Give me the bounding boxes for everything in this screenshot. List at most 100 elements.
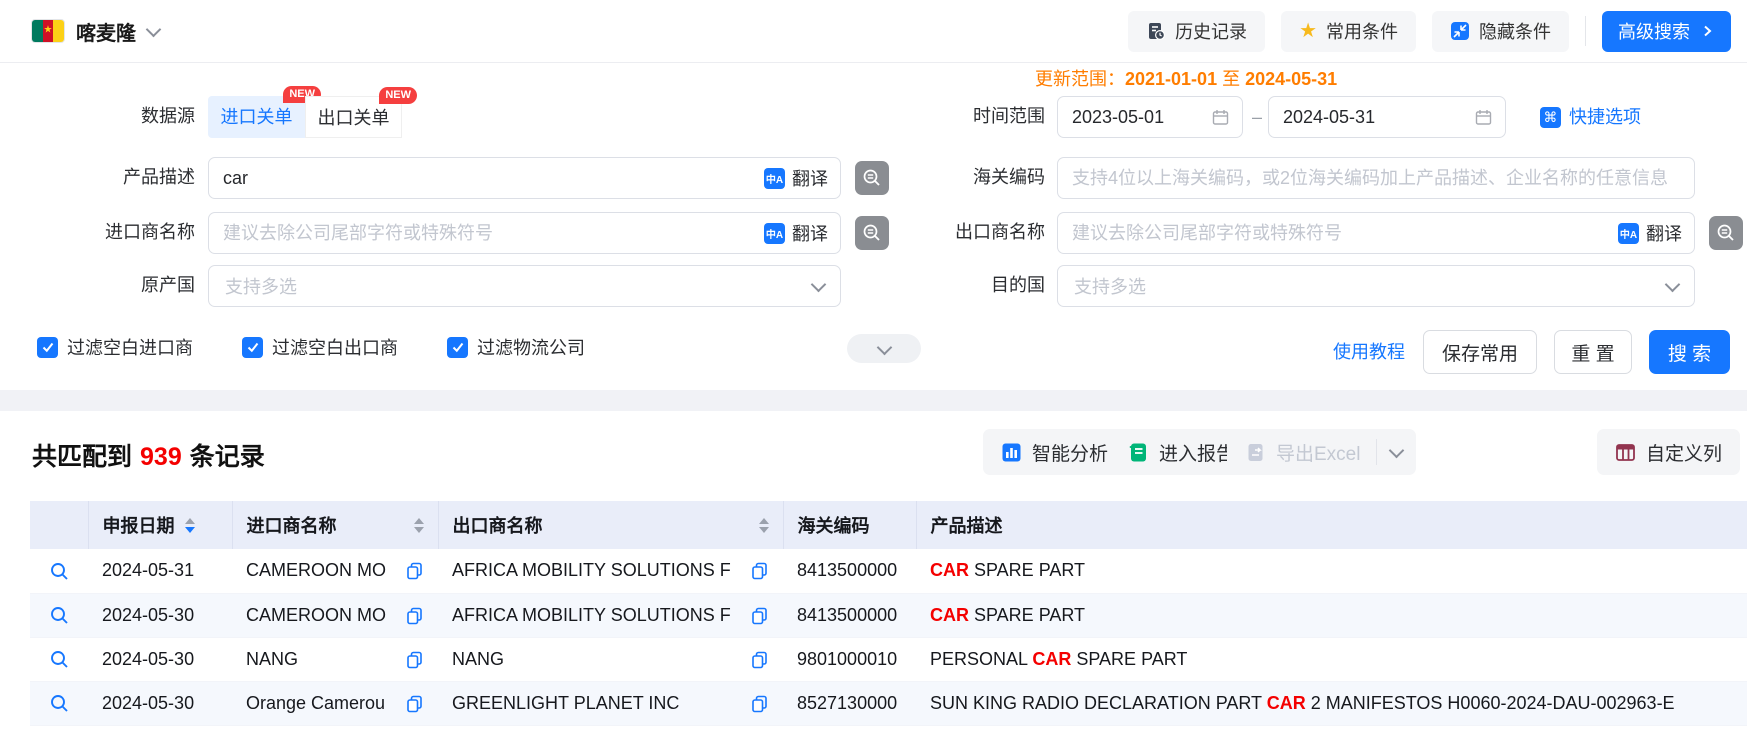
header-declaration-date[interactable]: 申报日期 bbox=[88, 501, 232, 549]
exact-search-toggle[interactable] bbox=[1709, 216, 1743, 250]
section-divider bbox=[0, 390, 1747, 411]
copy-icon[interactable] bbox=[405, 694, 424, 713]
sort-control[interactable] bbox=[759, 518, 769, 533]
cell-declaration-date: 2024-05-30 bbox=[88, 681, 232, 725]
filter-logistics-company[interactable]: 过滤物流公司 bbox=[447, 334, 585, 360]
row-search-glyph bbox=[49, 649, 70, 670]
cell-hs-code: 8527130000 bbox=[783, 681, 916, 725]
reset-button[interactable]: 重 置 bbox=[1554, 330, 1632, 374]
row-search-glyph bbox=[49, 561, 70, 582]
export-excel-button: 导出Excel bbox=[1227, 439, 1376, 466]
sort-control[interactable] bbox=[185, 518, 195, 533]
copy-icon[interactable] bbox=[750, 650, 769, 669]
cell-declaration-date: 2024-05-31 bbox=[88, 549, 232, 593]
results-table: 申报日期 进口商名称 出口商名称 bbox=[30, 501, 1747, 726]
chevron-down-icon bbox=[1665, 276, 1681, 292]
cell-description: PERSONAL CAR SPARE PART bbox=[916, 637, 1747, 681]
filter-blank-importer[interactable]: 过滤空白进口商 bbox=[37, 334, 193, 360]
divider bbox=[1585, 16, 1586, 46]
hs-code-inputbox bbox=[1057, 157, 1695, 199]
table-row: 2024-05-30CAMEROON MOAFRICA MOBILITY SOL… bbox=[30, 593, 1747, 637]
checkbox-checked-icon bbox=[37, 337, 58, 358]
copy-glyph bbox=[405, 561, 424, 580]
collapse-form-button[interactable] bbox=[847, 334, 921, 363]
collapse-icon bbox=[1450, 21, 1470, 41]
cell-importer: CAMEROON MO bbox=[232, 593, 438, 637]
copy-icon[interactable] bbox=[405, 650, 424, 669]
copy-icon[interactable] bbox=[405, 606, 424, 625]
header-product-description: 产品描述 bbox=[916, 501, 1747, 549]
export-excel-group: 导出Excel bbox=[1227, 429, 1416, 475]
translate-icon: 中A bbox=[764, 168, 785, 189]
row-data-source: 数据源 进口关单 NEW 出口关单 NEW 时间范围 2023-05-01 bbox=[0, 96, 1747, 138]
destination-country-select[interactable]: 支持多选 bbox=[1057, 265, 1695, 307]
tutorial-link[interactable]: 使用教程 bbox=[1333, 330, 1405, 374]
product-desc-inputbox: 中A 翻译 bbox=[208, 157, 841, 199]
header-hs-code: 海关编码 bbox=[783, 501, 916, 549]
bi-analysis-icon bbox=[1001, 442, 1022, 463]
row-search-icon[interactable] bbox=[49, 649, 70, 670]
copy-glyph bbox=[750, 606, 769, 625]
copy-icon[interactable] bbox=[750, 561, 769, 580]
cell-importer: CAMEROON MO bbox=[232, 549, 438, 593]
copy-icon[interactable] bbox=[750, 606, 769, 625]
translate-button[interactable]: 中A 翻译 bbox=[1612, 220, 1694, 246]
customize-columns-button[interactable]: 自定义列 bbox=[1597, 429, 1740, 475]
country-selector[interactable]: ★ 喀麦隆 bbox=[32, 17, 159, 46]
copy-glyph bbox=[750, 694, 769, 713]
history-button[interactable]: 历史记录 bbox=[1128, 11, 1265, 52]
copy-icon[interactable] bbox=[750, 694, 769, 713]
date-end-input[interactable]: 2024-05-31 bbox=[1268, 96, 1506, 138]
chevron-down-icon bbox=[876, 339, 892, 355]
results-summary: 共匹配到939条记录 bbox=[32, 437, 265, 473]
cell-exporter: AFRICA MOBILITY SOLUTIONS F bbox=[438, 549, 783, 593]
date-start-input[interactable]: 2023-05-01 bbox=[1057, 96, 1243, 138]
copy-icon[interactable] bbox=[405, 561, 424, 580]
tab-import-declarations[interactable]: 进口关单 NEW bbox=[208, 96, 305, 138]
product-desc-label: 产品描述 bbox=[0, 157, 195, 197]
cell-exporter: NANG bbox=[438, 637, 783, 681]
translate-button[interactable]: 中A 翻译 bbox=[758, 165, 840, 191]
row-product-hs: 产品描述 中A 翻译 海关编码 bbox=[0, 157, 1747, 199]
table-header-row: 申报日期 进口商名称 出口商名称 bbox=[30, 501, 1747, 549]
row-search-icon[interactable] bbox=[49, 605, 70, 626]
exporter-input[interactable] bbox=[1058, 213, 1612, 253]
importer-label: 进口商名称 bbox=[0, 212, 195, 252]
cell-declaration-date: 2024-05-30 bbox=[88, 593, 232, 637]
favorites-button[interactable]: ★ 常用条件 bbox=[1281, 11, 1416, 52]
header-exporter-name[interactable]: 出口商名称 bbox=[438, 501, 783, 549]
exporter-label: 出口商名称 bbox=[880, 212, 1045, 252]
cameroon-flag-icon: ★ bbox=[32, 20, 64, 42]
search-button[interactable]: 搜 索 bbox=[1649, 330, 1730, 374]
row-search-icon[interactable] bbox=[49, 693, 70, 714]
top-bar: ★ 喀麦隆 历史记录 ★ 常用条件 bbox=[0, 0, 1747, 63]
tab-export-declarations[interactable]: 出口关单 NEW bbox=[305, 96, 402, 138]
cell-declaration-date: 2024-05-30 bbox=[88, 637, 232, 681]
row-search-glyph bbox=[49, 693, 70, 714]
cell-hs-code: 8413500000 bbox=[783, 549, 916, 593]
importer-inputbox: 中A 翻译 bbox=[208, 212, 841, 254]
hide-conditions-button[interactable]: 隐藏条件 bbox=[1432, 11, 1569, 52]
origin-country-select[interactable]: 支持多选 bbox=[208, 265, 841, 307]
importer-input[interactable] bbox=[209, 213, 758, 253]
row-search-icon[interactable] bbox=[49, 561, 70, 582]
quick-options-link[interactable]: ⌘ 快捷选项 bbox=[1540, 96, 1641, 138]
save-favorite-button[interactable]: 保存常用 bbox=[1423, 330, 1537, 374]
export-options-caret[interactable] bbox=[1377, 429, 1416, 475]
copy-glyph bbox=[750, 561, 769, 580]
advanced-search-button[interactable]: 高级搜索 bbox=[1602, 11, 1731, 52]
filter-blank-exporter[interactable]: 过滤空白出口商 bbox=[242, 334, 398, 360]
translate-button[interactable]: 中A 翻译 bbox=[758, 220, 840, 246]
star-icon: ★ bbox=[1299, 21, 1317, 41]
sort-control[interactable] bbox=[414, 518, 424, 533]
cell-exporter: AFRICA MOBILITY SOLUTIONS F bbox=[438, 593, 783, 637]
header-importer-name[interactable]: 进口商名称 bbox=[232, 501, 438, 549]
update-range-note: 更新范围：2021-01-01 至 2024-05-31 bbox=[1035, 65, 1337, 91]
hs-code-input[interactable] bbox=[1058, 158, 1694, 198]
columns-icon bbox=[1615, 442, 1636, 463]
origin-country-label: 原产国 bbox=[0, 265, 195, 305]
new-badge: NEW bbox=[379, 87, 417, 104]
history-icon bbox=[1146, 21, 1166, 41]
product-desc-input[interactable] bbox=[209, 158, 758, 198]
row-company-names: 进口商名称 中A 翻译 出口商名称 中A bbox=[0, 212, 1747, 254]
